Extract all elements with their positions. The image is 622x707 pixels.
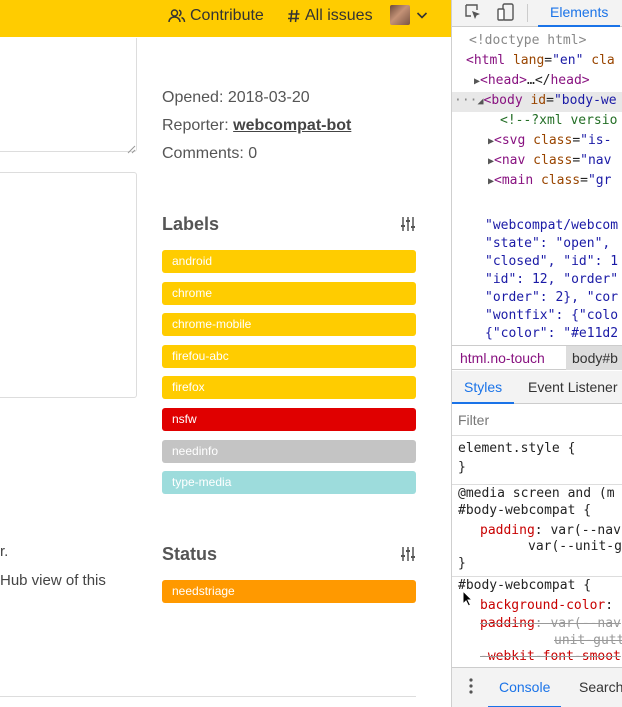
toolbar-separator (527, 4, 528, 22)
all-issues-label: All issues (305, 7, 373, 24)
dom-nav-node[interactable]: ▶<nav class="nav (488, 151, 611, 171)
label-chrome[interactable]: chrome (162, 281, 416, 305)
body-text-fragment: r. (0, 543, 9, 560)
styles-tabbar: Styles Event Listener (452, 371, 622, 404)
dom-main-node[interactable]: ▶<main class="gr (488, 171, 611, 191)
status-heading: Status (162, 544, 218, 564)
devtools-tabbar: Elements (452, 0, 622, 27)
dom-comment-node[interactable]: <!--?xml versio (500, 111, 617, 131)
top-navbar: Contribute All issues (0, 0, 451, 37)
css-rules-pane: element.style { } @media screen and (m #… (452, 436, 622, 668)
body-text-fragment: Hub view of this (0, 572, 106, 589)
drawer-tabbar: Console Search (452, 667, 622, 707)
label-nsfw[interactable]: nsfw (162, 408, 416, 431)
label-firefou-abc[interactable]: firefou-abc (162, 344, 416, 368)
all-issues-link[interactable]: All issues (287, 5, 373, 27)
label-needinfo[interactable]: needinfo (162, 439, 416, 463)
inspect-element-icon[interactable] (464, 3, 482, 26)
users-icon (168, 8, 186, 24)
reporter-prefix: Reporter: (162, 117, 234, 134)
dom-text-line: "order": 2}, "cor (485, 290, 619, 305)
devtools-panel: Elements <!doctype html> <html lang="en"… (451, 0, 622, 707)
dom-text-line: "#e6e6e6", "state (485, 342, 618, 344)
opened-date: Opened: 2018-03-20 (162, 89, 310, 106)
rule-close-brace: } (458, 556, 466, 571)
rule-close-brace: } (458, 460, 466, 475)
tab-console[interactable]: Console (488, 668, 562, 707)
css-declaration-overridden[interactable]: -webkit-font-smoot (480, 648, 621, 666)
label-type-media[interactable]: type-media (162, 471, 416, 495)
tab-styles[interactable]: Styles (452, 371, 515, 404)
reporter-link[interactable]: webcompat-bot (233, 117, 351, 134)
mouse-cursor-icon (462, 589, 474, 612)
css-declaration[interactable]: background-color: (480, 597, 613, 615)
rule-selector[interactable]: element.style { (458, 440, 575, 458)
status-settings-icon[interactable] (400, 546, 416, 567)
labels-heading: Labels (162, 214, 220, 234)
dom-doctype[interactable]: <!doctype html> (469, 31, 586, 51)
more-options-icon[interactable] (469, 677, 473, 698)
label-firefox[interactable]: firefox (162, 376, 416, 400)
webcompat-page: Contribute All issues Opened: 2018-03-20… (0, 0, 451, 707)
styles-filter-input[interactable]: Filter (452, 405, 622, 436)
comment-textarea[interactable] (0, 38, 137, 152)
dom-text-line: "webcompat/webcom (485, 218, 619, 233)
dom-html-node[interactable]: <html lang="en" cla (466, 51, 615, 71)
chevron-down-icon[interactable] (416, 8, 428, 26)
dom-svg-node[interactable]: ▶<svg class="is- (488, 131, 611, 151)
reporter-line: Reporter: webcompat-bot (162, 117, 351, 135)
dom-text-line: {"color": "#e11d2 (485, 326, 619, 341)
labels-settings-icon[interactable] (400, 216, 416, 237)
comments-count: Comments: 0 (162, 145, 258, 162)
resize-grip-icon[interactable] (127, 141, 136, 159)
divider (0, 696, 416, 697)
dom-text-line: "closed", "id": 1 (485, 254, 619, 269)
breadcrumb-html[interactable]: html.no-touch (460, 346, 545, 370)
device-toolbar-icon[interactable] (497, 3, 515, 26)
dom-breadcrumbs: html.no-touch body#b (452, 345, 622, 370)
label-chrome-mobile[interactable]: chrome-mobile (162, 313, 416, 337)
tab-search[interactable]: Search (579, 668, 622, 706)
dom-text-line: "id": 12, "order" (485, 272, 619, 287)
rule-selector[interactable]: #body-webcompat { (458, 577, 591, 595)
dom-head-node[interactable]: ▶<head>…</head> (474, 71, 590, 91)
rule-selector[interactable]: #body-webcompat { (458, 502, 591, 520)
dom-tree: <!doctype html> <html lang="en" cla ▶<he… (452, 28, 622, 344)
dom-text-line: "state": "open", (485, 236, 611, 251)
avatar[interactable] (390, 5, 410, 25)
breadcrumb-body[interactable]: body#b (566, 346, 622, 370)
tab-elements[interactable]: Elements (538, 0, 621, 27)
css-declaration-overridden[interactable]: padding: var(--nav (480, 615, 621, 633)
dom-text-line: "wontfix": {"colo (485, 308, 619, 323)
label-android[interactable]: android (162, 250, 416, 273)
contribute-label: Contribute (190, 7, 264, 24)
dom-body-node[interactable]: ···◢<body id="body-we (454, 91, 617, 111)
css-declaration-continued: var(--unit-g (528, 539, 622, 554)
comment-preview-box (0, 172, 137, 398)
contribute-link[interactable]: Contribute (168, 5, 264, 27)
tab-event-listeners[interactable]: Event Listener (528, 371, 618, 403)
status-needstriage[interactable]: needstriage (162, 580, 416, 603)
hash-icon (287, 8, 301, 24)
media-query: @media screen and (m (458, 486, 615, 501)
